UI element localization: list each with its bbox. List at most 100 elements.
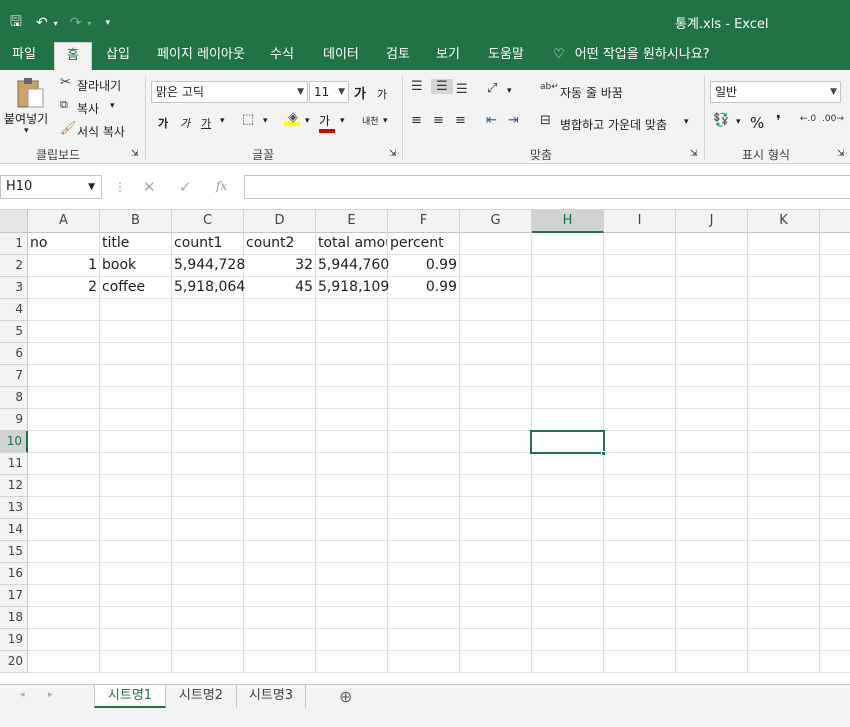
- cell-c1[interactable]: count1: [172, 233, 244, 255]
- cell-c16[interactable]: [172, 563, 244, 585]
- cell-c13[interactable]: [172, 497, 244, 519]
- cell-c18[interactable]: [172, 607, 244, 629]
- cell-g5[interactable]: [460, 321, 532, 343]
- cell-f13[interactable]: [388, 497, 460, 519]
- cell-k3[interactable]: [748, 277, 820, 299]
- tab-data[interactable]: 데이터: [313, 42, 369, 70]
- cell-a15[interactable]: [28, 541, 100, 563]
- accounting-format-icon[interactable]: 💱: [713, 113, 729, 128]
- tab-file[interactable]: 파일: [2, 42, 46, 70]
- cell-l11[interactable]: [820, 453, 850, 475]
- cell-e20[interactable]: [316, 651, 388, 673]
- cell-l15[interactable]: [820, 541, 850, 563]
- cell-h7[interactable]: [532, 365, 604, 387]
- font-size-select[interactable]: 11 ▼: [309, 81, 349, 103]
- cell-k17[interactable]: [748, 585, 820, 607]
- row-header-19[interactable]: 19: [0, 629, 28, 651]
- cell-h13[interactable]: [532, 497, 604, 519]
- cell-a9[interactable]: [28, 409, 100, 431]
- cell-f20[interactable]: [388, 651, 460, 673]
- cell-l18[interactable]: [820, 607, 850, 629]
- cell-k18[interactable]: [748, 607, 820, 629]
- copy-dropdown-icon[interactable]: ▾: [110, 101, 115, 111]
- cell-k20[interactable]: [748, 651, 820, 673]
- align-bottom-icon[interactable]: ☰: [456, 82, 468, 97]
- cell-g7[interactable]: [460, 365, 532, 387]
- clipboard-launcher-icon[interactable]: ⇲: [131, 149, 139, 159]
- row-header-8[interactable]: 8: [0, 387, 28, 409]
- cell-j16[interactable]: [676, 563, 748, 585]
- column-header-b[interactable]: B: [100, 210, 172, 233]
- column-header-e[interactable]: E: [316, 210, 388, 233]
- cell-i1[interactable]: [604, 233, 676, 255]
- cell-e2[interactable]: 5,944,760: [316, 255, 389, 277]
- cell-c12[interactable]: [172, 475, 244, 497]
- cell-d15[interactable]: [244, 541, 316, 563]
- cell-f18[interactable]: [388, 607, 460, 629]
- cell-j6[interactable]: [676, 343, 748, 365]
- cell-e13[interactable]: [316, 497, 388, 519]
- column-header-j[interactable]: J: [676, 210, 748, 233]
- cell-f1[interactable]: percent: [388, 233, 460, 255]
- cell-h12[interactable]: [532, 475, 604, 497]
- cell-g2[interactable]: [460, 255, 532, 277]
- paste-button[interactable]: 붙여넣기: [4, 110, 48, 127]
- scroll-right-icon[interactable]: ▸: [48, 690, 53, 700]
- cell-h20[interactable]: [532, 651, 604, 673]
- cell-l10[interactable]: [820, 431, 850, 453]
- cell-j15[interactable]: [676, 541, 748, 563]
- cell-i9[interactable]: [604, 409, 676, 431]
- cut-button[interactable]: 잘라내기: [77, 77, 121, 94]
- cell-a3[interactable]: 2: [28, 277, 100, 299]
- orientation-dropdown-icon[interactable]: ▾: [507, 86, 512, 96]
- cell-j20[interactable]: [676, 651, 748, 673]
- cell-a2[interactable]: 1: [28, 255, 100, 277]
- border-dropdown-icon[interactable]: ▾: [263, 116, 268, 126]
- cell-e8[interactable]: [316, 387, 388, 409]
- cell-i13[interactable]: [604, 497, 676, 519]
- row-header-18[interactable]: 18: [0, 607, 28, 629]
- cell-c9[interactable]: [172, 409, 244, 431]
- cell-k4[interactable]: [748, 299, 820, 321]
- cell-j18[interactable]: [676, 607, 748, 629]
- cell-h15[interactable]: [532, 541, 604, 563]
- cell-g17[interactable]: [460, 585, 532, 607]
- shrink-font-button[interactable]: 가: [377, 86, 387, 102]
- add-sheet-icon[interactable]: ⊕: [339, 687, 352, 706]
- decrease-indent-icon[interactable]: ⇤: [486, 113, 497, 128]
- cell-g10[interactable]: [460, 431, 532, 453]
- row-header-7[interactable]: 7: [0, 365, 28, 387]
- cell-j13[interactable]: [676, 497, 748, 519]
- cell-d1[interactable]: count2: [244, 233, 316, 255]
- italic-button[interactable]: 가: [180, 115, 190, 131]
- cell-j11[interactable]: [676, 453, 748, 475]
- cell-a11[interactable]: [28, 453, 100, 475]
- cell-i6[interactable]: [604, 343, 676, 365]
- cell-f12[interactable]: [388, 475, 460, 497]
- underline-dropdown-icon[interactable]: ▾: [220, 116, 225, 126]
- increase-indent-icon[interactable]: ⇥: [508, 113, 519, 128]
- cell-e11[interactable]: [316, 453, 388, 475]
- cell-k7[interactable]: [748, 365, 820, 387]
- cell-c10[interactable]: [172, 431, 244, 453]
- cell-e15[interactable]: [316, 541, 388, 563]
- cell-l6[interactable]: [820, 343, 850, 365]
- column-header-f[interactable]: F: [388, 210, 460, 233]
- cell-l20[interactable]: [820, 651, 850, 673]
- cell-i10[interactable]: [604, 431, 676, 453]
- column-header-h[interactable]: H: [532, 210, 604, 233]
- cell-g13[interactable]: [460, 497, 532, 519]
- cell-b13[interactable]: [100, 497, 172, 519]
- cell-l12[interactable]: [820, 475, 850, 497]
- undo-dropdown-icon[interactable]: ▾: [54, 19, 58, 28]
- cell-j10[interactable]: [676, 431, 748, 453]
- cell-k6[interactable]: [748, 343, 820, 365]
- cell-l13[interactable]: [820, 497, 850, 519]
- cell-a12[interactable]: [28, 475, 100, 497]
- cell-a18[interactable]: [28, 607, 100, 629]
- cell-f14[interactable]: [388, 519, 460, 541]
- cell-b7[interactable]: [100, 365, 172, 387]
- align-left-icon[interactable]: ≡: [411, 113, 422, 128]
- cell-g14[interactable]: [460, 519, 532, 541]
- cell-e16[interactable]: [316, 563, 388, 585]
